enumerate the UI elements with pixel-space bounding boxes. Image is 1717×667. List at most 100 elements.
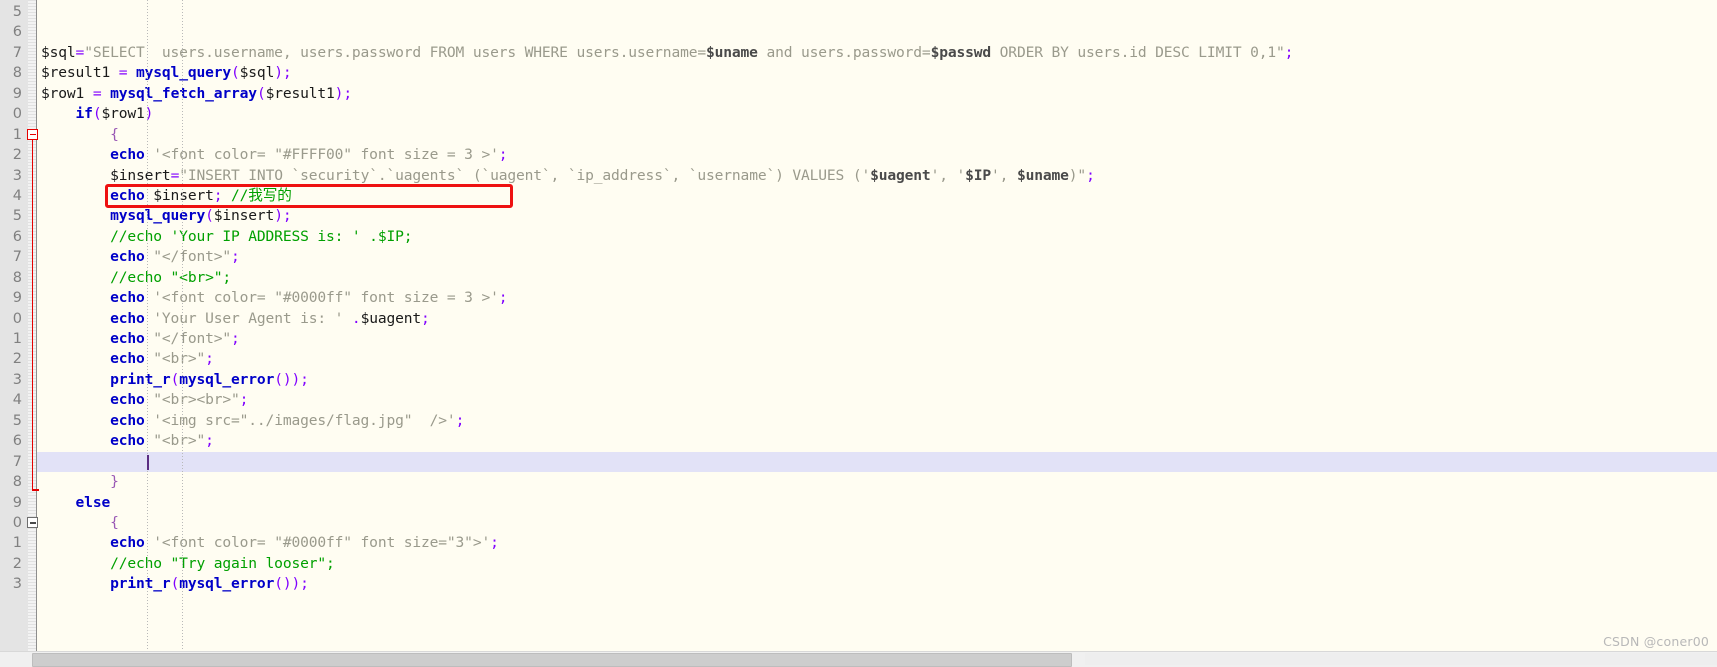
code-operator: )	[274, 64, 283, 82]
code-line[interactable]: else	[37, 493, 1717, 513]
code-operator: ;	[282, 64, 292, 82]
code-line[interactable]: //echo "<br>";	[37, 268, 1717, 288]
code-text-area[interactable]: $sql="SELECT users.username, users.passw…	[37, 0, 1717, 667]
code-operator: ;	[1284, 43, 1294, 61]
code-line[interactable]: $row1 = mysql_fetch_array($result1);	[37, 84, 1717, 104]
code-keyword: echo	[110, 350, 145, 368]
line-number: 3	[12, 576, 22, 593]
code-line[interactable]: $sql="SELECT users.username, users.passw…	[37, 43, 1717, 63]
code-line[interactable]: echo '<font color= "#0000ff" font size="…	[37, 533, 1717, 553]
interpolated-variable: $uname	[1016, 166, 1069, 184]
code-line[interactable]: //echo "Try again looser";	[37, 554, 1717, 574]
text-caret	[147, 454, 149, 470]
line-number: 2	[12, 555, 22, 572]
line-number: 7	[12, 44, 22, 61]
line-number: 3	[12, 167, 22, 184]
code-line[interactable]	[37, 2, 1717, 22]
line-number: 1	[12, 331, 22, 347]
code-line[interactable]: echo "</font>";	[37, 329, 1717, 349]
code-line[interactable]: print_r(mysql_error());	[37, 574, 1717, 594]
horizontal-scrollbar[interactable]	[0, 651, 1717, 667]
code-comment: //echo 'Your IP ADDRESS is: ' .$IP;	[110, 227, 413, 245]
code-operator: (	[256, 84, 266, 102]
fold-range-line-end	[31, 489, 39, 491]
code-operator: ;	[239, 391, 249, 409]
code-operator: ;	[1086, 166, 1095, 184]
scrollbar-thumb[interactable]	[32, 653, 1072, 667]
code-line[interactable]: echo "<br>";	[37, 349, 1717, 369]
code-operator: ;	[231, 330, 240, 347]
code-operator: ;	[231, 248, 240, 266]
code-operator: (	[205, 207, 214, 225]
fold-toggle-if-block-icon[interactable]	[27, 128, 38, 140]
code-operator: (	[170, 370, 180, 388]
code-line[interactable]: $result1 = mysql_query($sql);	[37, 63, 1717, 83]
code-line[interactable]: echo '<img src="../images/flag.jpg" />';	[37, 411, 1717, 431]
code-line[interactable]: echo 'Your User Agent is: ' .$uagent;	[37, 309, 1717, 329]
line-number: 8	[12, 474, 22, 491]
code-line[interactable]: mysql_query($insert);	[37, 206, 1717, 226]
fold-toggle-else-block-icon[interactable]	[27, 517, 38, 529]
code-variable: $insert	[110, 166, 171, 184]
code-keyword: echo	[110, 309, 145, 327]
code-line[interactable]: echo "</font>";	[37, 247, 1717, 267]
code-line[interactable]	[37, 22, 1717, 42]
code-operator: (	[274, 370, 283, 388]
code-operator: )	[291, 370, 301, 388]
code-line[interactable]: $insert="INSERT INTO `security`.`uagents…	[37, 166, 1717, 186]
code-line[interactable]: print_r(mysql_error());	[37, 370, 1717, 390]
line-number: 5	[12, 4, 22, 20]
code-operator: ;	[205, 350, 214, 368]
code-operator: ;	[282, 207, 292, 225]
code-string: 'Your User Agent is: '	[153, 309, 344, 327]
code-keyword: echo	[110, 534, 145, 552]
code-line[interactable]: echo $insert; //我写的	[37, 186, 1717, 206]
line-number: 0	[12, 514, 22, 531]
code-keyword: mysql_error	[179, 370, 275, 388]
code-keyword: echo	[110, 248, 145, 266]
code-keyword: echo	[110, 186, 145, 204]
scrollbar-track[interactable]	[1085, 653, 1717, 665]
code-brace: {	[110, 513, 119, 531]
source-code[interactable]: $sql="SELECT users.username, users.passw…	[37, 2, 1717, 595]
code-line[interactable]: //echo 'Your IP ADDRESS is: ' .$IP;	[37, 227, 1717, 247]
code-line[interactable]: if($row1)	[37, 104, 1717, 124]
line-number: 1	[12, 126, 22, 143]
code-keyword: echo	[110, 289, 145, 307]
fold-range-line	[31, 139, 34, 490]
line-number: 8	[12, 269, 22, 286]
code-brace: }	[110, 473, 119, 491]
code-keyword: if	[75, 105, 93, 123]
line-number: 7	[12, 249, 22, 266]
line-number: 4	[12, 187, 22, 204]
code-line[interactable]: {	[37, 513, 1717, 533]
code-line[interactable]: echo '<font color= "#0000ff" font size =…	[37, 288, 1717, 308]
code-string: "</font>"	[153, 248, 232, 266]
code-operator: )	[274, 207, 283, 225]
code-operator: =	[75, 43, 85, 61]
line-number: 0	[12, 106, 22, 123]
code-line[interactable]: }	[37, 472, 1717, 492]
code-line[interactable]: echo '<font color= "#FFFF00" font size =…	[37, 145, 1717, 165]
code-string: "INSERT INTO `security`.`uagents` (`uage…	[179, 166, 1087, 184]
code-brace: {	[110, 125, 119, 143]
line-number-list: 5 6 7 8 9 0 1 2 3 4 5 6 7 8 9 0 1 2 3 4 5 6 7 8 9 0 1 2 3	[0, 2, 22, 595]
code-line[interactable]: echo "<br>";	[37, 431, 1717, 451]
code-operator: ;	[490, 534, 499, 552]
code-line[interactable]: echo "<br><br>";	[37, 390, 1717, 410]
code-comment: //我写的	[231, 186, 292, 204]
line-number: 0	[12, 310, 22, 327]
line-number: 3	[12, 371, 22, 388]
code-line[interactable]: {	[37, 125, 1717, 145]
code-keyword: mysql_fetch_array	[110, 84, 257, 102]
minus-glyph	[30, 133, 36, 136]
line-number: 6	[12, 24, 22, 41]
code-operator: .	[351, 309, 361, 327]
code-line[interactable]	[37, 451, 1717, 473]
code-operator: ;	[205, 432, 214, 450]
code-operator: (	[274, 575, 283, 593]
code-operator: ;	[343, 84, 352, 102]
line-number: 5	[12, 208, 22, 225]
code-keyword: else	[75, 493, 111, 511]
code-operator: )	[291, 575, 301, 593]
